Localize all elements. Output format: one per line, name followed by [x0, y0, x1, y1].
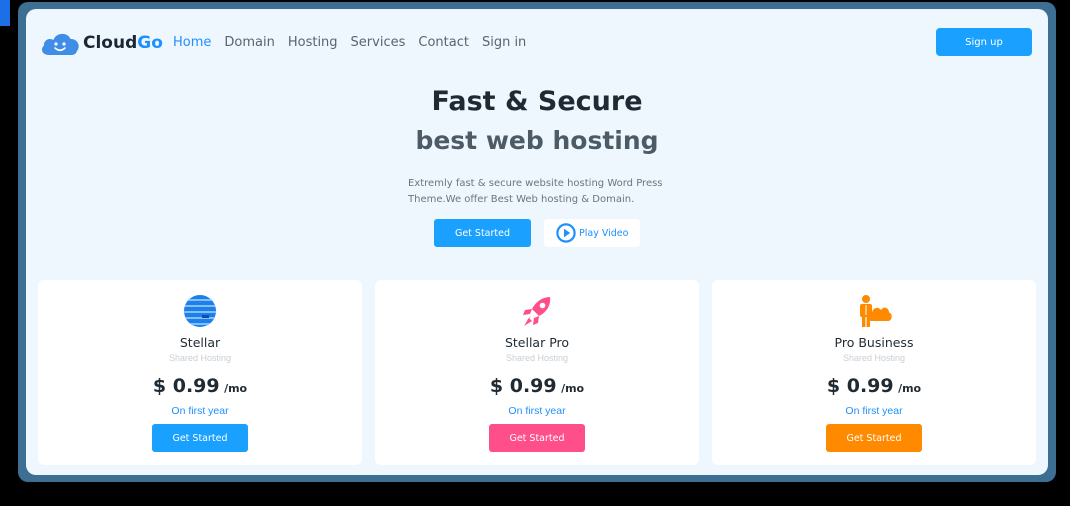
- plan-type: Shared Hosting: [842, 353, 906, 363]
- plan-price: $ 0.99 /mo: [38, 375, 362, 397]
- plan-card-pro-business: Pro Business Shared Hosting $ 0.99 /mo O…: [712, 280, 1036, 465]
- nav-home[interactable]: Home: [173, 35, 211, 50]
- plan-name: Stellar: [179, 335, 221, 350]
- browser-frame: CloudGo Home Domain Hosting Services Con…: [18, 2, 1056, 482]
- hero-subtitle: best web hosting: [415, 126, 659, 155]
- brand-name: CloudGo: [83, 33, 163, 53]
- nav-domain[interactable]: Domain: [224, 35, 274, 50]
- plan-price: $ 0.99 /mo: [712, 375, 1036, 397]
- plan-get-started-button[interactable]: Get Started: [152, 424, 248, 452]
- plan-price-period: /mo: [561, 382, 585, 395]
- play-circle-icon: [556, 223, 576, 243]
- plan-name: Pro Business: [834, 335, 914, 350]
- landing-page: CloudGo Home Domain Hosting Services Con…: [26, 9, 1048, 475]
- plan-get-started-button[interactable]: Get Started: [826, 424, 922, 452]
- main-nav: Home Domain Hosting Services Contact Sig…: [173, 35, 526, 50]
- brand-name-part2: Go: [137, 33, 163, 53]
- plan-price-amount: $ 0.99: [152, 375, 220, 397]
- person-cloud-icon: [860, 295, 892, 327]
- nav-hosting[interactable]: Hosting: [288, 35, 338, 50]
- nav-sign-in[interactable]: Sign in: [482, 35, 526, 50]
- hero-description-line1: Extremly fast & secure website hosting W…: [408, 178, 663, 189]
- play-video-button[interactable]: Play Video: [544, 219, 640, 247]
- play-video-label: Play Video: [579, 227, 629, 239]
- hero-get-started-button[interactable]: Get Started: [434, 219, 531, 247]
- plan-type: Shared Hosting: [505, 353, 569, 363]
- hero-title: Fast & Secure: [431, 86, 643, 117]
- signup-button[interactable]: Sign up: [936, 28, 1032, 56]
- smiling-cloud-icon: [41, 33, 79, 55]
- plan-price-period: /mo: [898, 382, 922, 395]
- plan-name: Stellar Pro: [504, 335, 570, 350]
- corner-tab: [0, 0, 10, 26]
- plan-term: On first year: [508, 405, 566, 417]
- globe-stripes-icon: [184, 295, 216, 327]
- rocket-icon: [523, 297, 551, 326]
- plan-get-started-button[interactable]: Get Started: [489, 424, 585, 452]
- plan-price-amount: $ 0.99: [489, 375, 557, 397]
- plan-term: On first year: [845, 405, 903, 417]
- hero-description: Extremly fast & secure website hosting W…: [408, 176, 670, 207]
- nav-services[interactable]: Services: [351, 35, 406, 50]
- plan-card-stellar: Stellar Shared Hosting $ 0.99 /mo On fir…: [38, 280, 362, 465]
- plan-price-period: /mo: [224, 382, 248, 395]
- nav-contact[interactable]: Contact: [418, 35, 469, 50]
- brand-logo[interactable]: CloudGo: [40, 29, 163, 57]
- hero-description-line2: Theme.We offer Best Web hosting & Domain…: [408, 193, 635, 205]
- plan-term: On first year: [171, 405, 229, 417]
- plan-price: $ 0.99 /mo: [375, 375, 699, 397]
- plan-price-amount: $ 0.99: [826, 375, 894, 397]
- plan-type: Shared Hosting: [168, 353, 232, 363]
- plan-card-stellar-pro: Stellar Pro Shared Hosting $ 0.99 /mo On…: [375, 280, 699, 465]
- brand-name-part1: Cloud: [83, 33, 138, 53]
